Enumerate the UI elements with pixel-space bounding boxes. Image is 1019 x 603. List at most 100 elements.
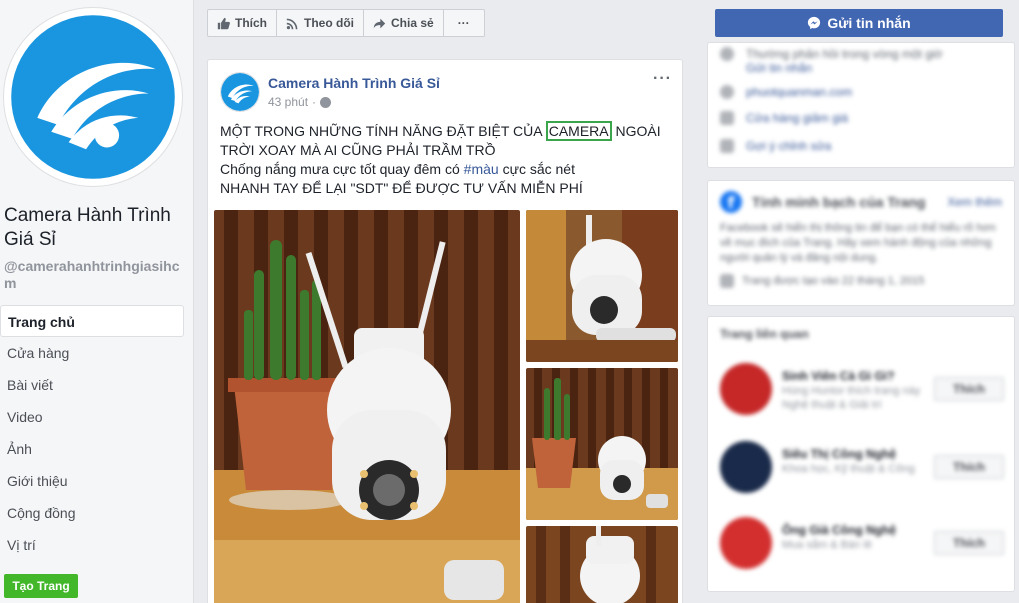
post-line-1: MỘT TRONG NHỮNG TÍNH NĂNG ĐẶT BIỆT CỦA C…: [220, 121, 672, 141]
pencil-icon: [720, 139, 734, 153]
like-label: Thích: [235, 16, 267, 30]
related-pages-card: Trang liên quan Sinh Viên Cà Gì Gì? Hùng…: [707, 316, 1015, 592]
messenger-small-icon: [720, 47, 734, 61]
send-message-label: Gửi tin nhắn: [827, 15, 911, 31]
post-photo-grid: [214, 210, 678, 603]
rss-icon: [286, 18, 298, 29]
related-page-item[interactable]: Ông Già Công Nghệ Mua sắm & Bán lẻ Thích: [720, 517, 1004, 573]
globe-small-icon: [720, 85, 734, 99]
share-arrow-icon: [373, 18, 386, 28]
nav-item-shop[interactable]: Cửa hàng: [0, 337, 184, 369]
related-pages-content: Trang liên quan Sinh Viên Cà Gì Gì? Hùng…: [708, 317, 1014, 591]
related-page-like-button[interactable]: Thích: [934, 531, 1004, 555]
nav-item-location[interactable]: Vị trí: [0, 529, 184, 561]
page-logo-icon: [221, 73, 259, 111]
related-page-like-button[interactable]: Thích: [934, 455, 1004, 479]
website-link[interactable]: phuotquanman.com: [746, 85, 852, 99]
post-line-4: NHANH TAY ĐỂ LẠI "SDT" ĐỂ ĐƯỢC TƯ VẤN MI…: [220, 180, 583, 196]
page-sidebar: Camera Hành Trình Giá Sỉ @camerahanhtrin…: [0, 0, 194, 603]
transparency-title: Tính minh bạch của Trang: [752, 194, 926, 210]
nav-item-video[interactable]: Video: [0, 401, 184, 433]
camera-detail-image: [526, 526, 678, 603]
post-timestamp: 43 phút ·: [268, 95, 332, 109]
hashtag-link[interactable]: #màu: [464, 161, 499, 177]
post-line-3-suffix: cực sắc nét: [498, 161, 575, 177]
post-photo-3[interactable]: [526, 368, 678, 520]
page-username[interactable]: @camerahanhtrinhgiasihcm: [4, 258, 190, 292]
create-page-button[interactable]: Tạo Trang: [4, 574, 78, 598]
nav-item-photos[interactable]: Ảnh: [0, 433, 184, 465]
globe-icon: [320, 96, 332, 108]
post-line-2: TRỜI XOAY MÀ AI CŨNG PHẢI TRẦM TRỒ: [220, 142, 496, 158]
transparency-body: Facebook sẽ hiển thị thông tin để bạn có…: [720, 222, 996, 264]
page-info-rows: Thường phản hồi trong vòng một giờ Gửi ti…: [708, 47, 1014, 153]
info-row-category: Cửa hàng giảm giá: [708, 111, 1014, 125]
post-photo-main[interactable]: [214, 210, 520, 603]
related-page-avatar[interactable]: [720, 363, 772, 415]
post-line-1-prefix: MỘT TRONG NHỮNG TÍNH NĂNG ĐẶT BIỆT CỦA: [220, 123, 546, 139]
page-nav: Trang chủ Cửa hàng Bài viết Video Ảnh Gi…: [0, 305, 184, 561]
messenger-icon: [808, 16, 821, 30]
nav-item-home[interactable]: Trang chủ: [0, 305, 184, 337]
camera-with-plant-image: [526, 368, 678, 520]
related-page-subtitle: Mua sắm & Bán lẻ: [782, 539, 872, 551]
related-page-like-button[interactable]: Thích: [934, 377, 1004, 401]
send-message-button[interactable]: Gửi tin nhắn: [715, 9, 1003, 37]
page-created-text: Trang được tạo vào 22 tháng 1, 2015: [742, 275, 925, 287]
post-time-text[interactable]: 43 phút: [268, 95, 308, 109]
thumbs-up-icon: [217, 17, 230, 29]
more-actions-button[interactable]: ···: [444, 10, 484, 36]
related-page-subtitle: Khoa học, Kỹ thuật & Công: [782, 463, 915, 475]
related-page-avatar[interactable]: [720, 517, 772, 569]
post-author-avatar[interactable]: [220, 72, 260, 112]
highlighted-word: CAMERA: [545, 121, 612, 141]
nav-item-about[interactable]: Giới thiệu: [0, 465, 184, 497]
related-pages-title: Trang liên quan: [720, 327, 809, 341]
related-page-name[interactable]: Siêu Thị Công Nghệ: [782, 447, 896, 461]
send-message-link[interactable]: Gửi tin nhắn: [746, 61, 943, 75]
transparency-see-more[interactable]: Xem thêm: [947, 195, 1002, 209]
related-page-category: Nghệ thuật & Giải trí: [782, 399, 882, 411]
page-created-row: Trang được tạo vào 22 tháng 1, 2015: [720, 274, 1002, 288]
share-button[interactable]: Chia sẻ: [364, 10, 444, 36]
feed-post: Camera Hành Trình Giá Sỉ 43 phút · ··· M…: [207, 59, 683, 603]
nav-item-posts[interactable]: Bài viết: [0, 369, 184, 401]
share-label: Chia sẻ: [391, 16, 434, 30]
like-button[interactable]: Thích: [208, 10, 277, 36]
camera-closeup-image: [526, 210, 678, 362]
page-action-bar: Thích Theo dõi Chia sẻ ···: [207, 9, 485, 37]
info-row-suggest: Gợi ý chỉnh sửa: [708, 139, 1014, 153]
related-page-avatar[interactable]: [720, 441, 772, 493]
suggest-edits-link[interactable]: Gợi ý chỉnh sửa: [746, 139, 831, 153]
post-body: MỘT TRONG NHỮNG TÍNH NĂNG ĐẶT BIỆT CỦA C…: [220, 121, 672, 198]
post-photo-2[interactable]: [526, 210, 678, 362]
page-profile-picture[interactable]: [4, 8, 182, 186]
page-logo-icon: [11, 15, 175, 179]
more-dots-icon: ···: [457, 16, 470, 30]
transparency-header: f Tính minh bạch của Trang Xem thêm: [720, 191, 1002, 213]
post-time-separator: ·: [312, 95, 317, 109]
page-info-card: Thường phản hồi trong vòng một giờ Gửi ti…: [707, 42, 1015, 168]
transparency-content: f Tính minh bạch của Trang Xem thêm Face…: [708, 181, 1014, 298]
category-link[interactable]: Cửa hàng giảm giá: [746, 111, 848, 125]
related-page-item[interactable]: Siêu Thị Công Nghệ Khoa học, Kỹ thuật & …: [720, 441, 1004, 497]
page-transparency-card: f Tính minh bạch của Trang Xem thêm Face…: [707, 180, 1015, 306]
related-page-subtitle: Hùng Huntor thích trang này: [782, 385, 921, 397]
response-time-text: Thường phản hồi trong vòng một giờ: [746, 47, 943, 61]
post-line-3-prefix: Chống nắng mưa cực tốt quay đêm có: [220, 161, 464, 177]
post-photo-4[interactable]: [526, 526, 678, 603]
post-author-name[interactable]: Camera Hành Trình Giá Sỉ: [268, 75, 440, 91]
info-row-response: Thường phản hồi trong vòng một giờ Gửi ti…: [708, 47, 1014, 75]
related-page-name[interactable]: Ông Già Công Nghệ: [782, 523, 896, 537]
post-line-1-suffix: NGOÀI: [611, 123, 661, 139]
facebook-icon: f: [720, 191, 742, 213]
info-row-website: phuotquanman.com: [708, 85, 1014, 99]
follow-button[interactable]: Theo dõi: [277, 10, 364, 36]
nav-item-community[interactable]: Cộng đồng: [0, 497, 184, 529]
page-title: Camera Hành Trình Giá Sỉ: [4, 205, 171, 250]
flag-icon: [720, 274, 734, 288]
camera-photo-image: [214, 210, 520, 603]
post-options-button[interactable]: ···: [653, 70, 672, 88]
related-page-name[interactable]: Sinh Viên Cà Gì Gì?: [782, 369, 894, 383]
related-page-item[interactable]: Sinh Viên Cà Gì Gì? Hùng Huntor thích tr…: [720, 363, 1004, 419]
